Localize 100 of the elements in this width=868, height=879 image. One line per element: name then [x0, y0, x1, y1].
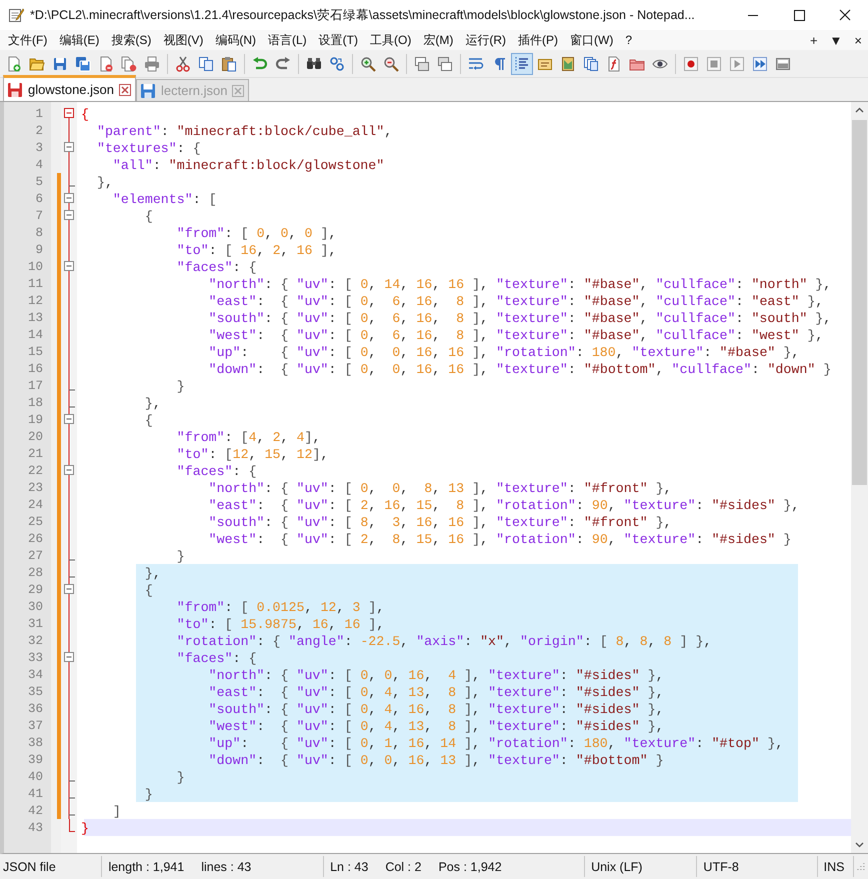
- fold-box-icon[interactable]: [64, 108, 74, 118]
- fold-box-icon[interactable]: [64, 193, 74, 203]
- line-number: 17: [26, 378, 44, 392]
- line-number: 11: [26, 276, 44, 290]
- record-icon: [683, 56, 699, 72]
- code-line: "south": { "uv": [ 0, 6, 16, 8 ], "texture": "#base", "cullface": "south" },: [208, 311, 832, 326]
- code-line: }: [81, 821, 89, 836]
- line-number: 26: [26, 532, 44, 546]
- code-line: "from": [ 0, 0, 0 ],: [176, 226, 336, 241]
- menu-item[interactable]: 宏(M): [417, 32, 460, 48]
- redo-icon: [275, 56, 291, 72]
- menu-item[interactable]: 搜索(S): [105, 32, 158, 48]
- code-line: {: [81, 107, 89, 122]
- line-number: 25: [26, 514, 44, 528]
- save-macro-icon: [775, 56, 791, 72]
- fold-box-icon[interactable]: [64, 261, 74, 271]
- paste-icon: [221, 56, 237, 72]
- line-number: 23: [26, 480, 44, 494]
- undo-icon: [252, 56, 268, 72]
- code-line: "east": { "uv": [ 0, 6, 16, 8 ], "texture": "#base", "cullface": "east" },: [208, 294, 824, 309]
- fold-box-icon[interactable]: [64, 584, 74, 594]
- indent-guide-button[interactable]: [511, 52, 533, 74]
- line-number: 16: [26, 362, 44, 376]
- code-line: "west": { "uv": [ 0, 4, 13, 8 ], "texture": "#sides" },: [208, 719, 664, 734]
- fast-forward-icon: [752, 56, 768, 72]
- fold-box-icon[interactable]: [64, 414, 74, 424]
- status-eol: Unix (LF): [591, 860, 642, 874]
- menu-item[interactable]: 设置(T): [312, 32, 364, 48]
- menu-item[interactable]: 编辑(E): [53, 32, 106, 48]
- line-number: 7: [34, 208, 44, 222]
- line-number: 4: [34, 158, 44, 172]
- fold-box-icon[interactable]: [64, 465, 74, 475]
- code-line: },: [144, 566, 161, 581]
- menu-item[interactable]: ?: [619, 33, 638, 47]
- menu-control[interactable]: ×: [848, 32, 868, 48]
- code-line: "parent": "minecraft:block/cube_all",: [96, 124, 392, 139]
- line-number: 13: [26, 310, 44, 324]
- menu-item[interactable]: 编码(N): [209, 32, 262, 48]
- zoom-in-icon: [360, 56, 376, 72]
- scrollbar-thumb[interactable]: [852, 120, 867, 485]
- code-line: "rotation": { "angle": -22.5, "axis": "x", "origin": [ 8, 8, 8 ] },: [176, 634, 712, 649]
- menu-item[interactable]: 语言(L): [262, 32, 313, 48]
- code-line: "west": { "uv": [ 2, 8, 15, 16 ], "rotation": 90, "texture": "#sides" }: [208, 532, 792, 547]
- function-list-icon: [606, 56, 622, 72]
- line-number: 19: [26, 412, 44, 426]
- copy-icon: [198, 56, 214, 72]
- menu-item[interactable]: 运行(R): [459, 32, 512, 48]
- menu-item[interactable]: 文件(F): [2, 32, 54, 48]
- line-number: 6: [34, 192, 44, 206]
- code-line: {: [144, 209, 153, 224]
- line-number: 21: [26, 446, 44, 460]
- code-line: "to": [ 15.9875, 16, 16 ],: [176, 617, 384, 632]
- fold-box-icon[interactable]: [64, 142, 74, 152]
- line-number: 14: [26, 328, 44, 342]
- code-line: "up": { "uv": [ 0, 0, 16, 16 ], "rotation": 180, "texture": "#base" },: [208, 345, 800, 360]
- code-line: "to": [ 16, 2, 16 ],: [176, 243, 336, 258]
- status-encoding: UTF-8: [703, 860, 739, 874]
- close-file-icon: [98, 56, 114, 72]
- save-all-icon: [75, 56, 91, 72]
- code-line: }: [176, 770, 185, 785]
- line-number: 35: [26, 684, 44, 698]
- status-insert-mode: INS: [824, 860, 844, 874]
- notepad-icon: [8, 7, 24, 23]
- code-line: "faces": {: [176, 260, 257, 275]
- code-line: {: [144, 583, 153, 598]
- line-number: 27: [26, 548, 44, 562]
- line-number: 42: [26, 804, 44, 818]
- line-number: 34: [26, 668, 44, 682]
- close-all-icon: [121, 56, 137, 72]
- line-number: 43: [26, 820, 44, 834]
- fold-box-icon[interactable]: [64, 210, 74, 220]
- line-number: 8: [34, 226, 44, 240]
- code-line: "all": "minecraft:block/glowstone": [112, 158, 384, 173]
- line-number: 22: [26, 464, 44, 478]
- menu-item[interactable]: 插件(P): [512, 32, 564, 48]
- word-wrap-icon: [468, 56, 484, 72]
- code-line: "to": [12, 15, 12],: [176, 447, 328, 462]
- line-number: 36: [26, 702, 44, 716]
- status-line: Ln : 43: [330, 860, 368, 874]
- menu-item[interactable]: 视图(V): [157, 32, 210, 48]
- zoom-out-icon: [383, 56, 399, 72]
- code-line: {: [144, 413, 153, 428]
- folder-icon: [29, 56, 45, 72]
- code-line: "elements": [: [112, 192, 217, 207]
- printer-icon: [144, 56, 160, 72]
- menu-item[interactable]: 窗口(W): [564, 32, 620, 48]
- resize-grip-icon[interactable]: [854, 860, 866, 872]
- code-line: },: [96, 175, 113, 190]
- code-line: ]: [112, 804, 121, 819]
- code-line: }: [144, 787, 153, 802]
- code-line: "up": { "uv": [ 0, 1, 16, 14 ], "rotation": 180, "texture": "#top" },: [208, 736, 784, 751]
- menu-control[interactable]: ▼: [824, 32, 848, 48]
- save-icon: [52, 56, 68, 72]
- fold-box-icon[interactable]: [64, 652, 74, 662]
- menu-control[interactable]: +: [804, 32, 824, 48]
- file-tab[interactable]: glowstone.json: [3, 75, 136, 101]
- replace-icon: [329, 56, 345, 72]
- line-number: 24: [26, 498, 44, 512]
- tab-close-icon[interactable]: [119, 84, 131, 96]
- menu-item[interactable]: 工具(O): [364, 32, 418, 48]
